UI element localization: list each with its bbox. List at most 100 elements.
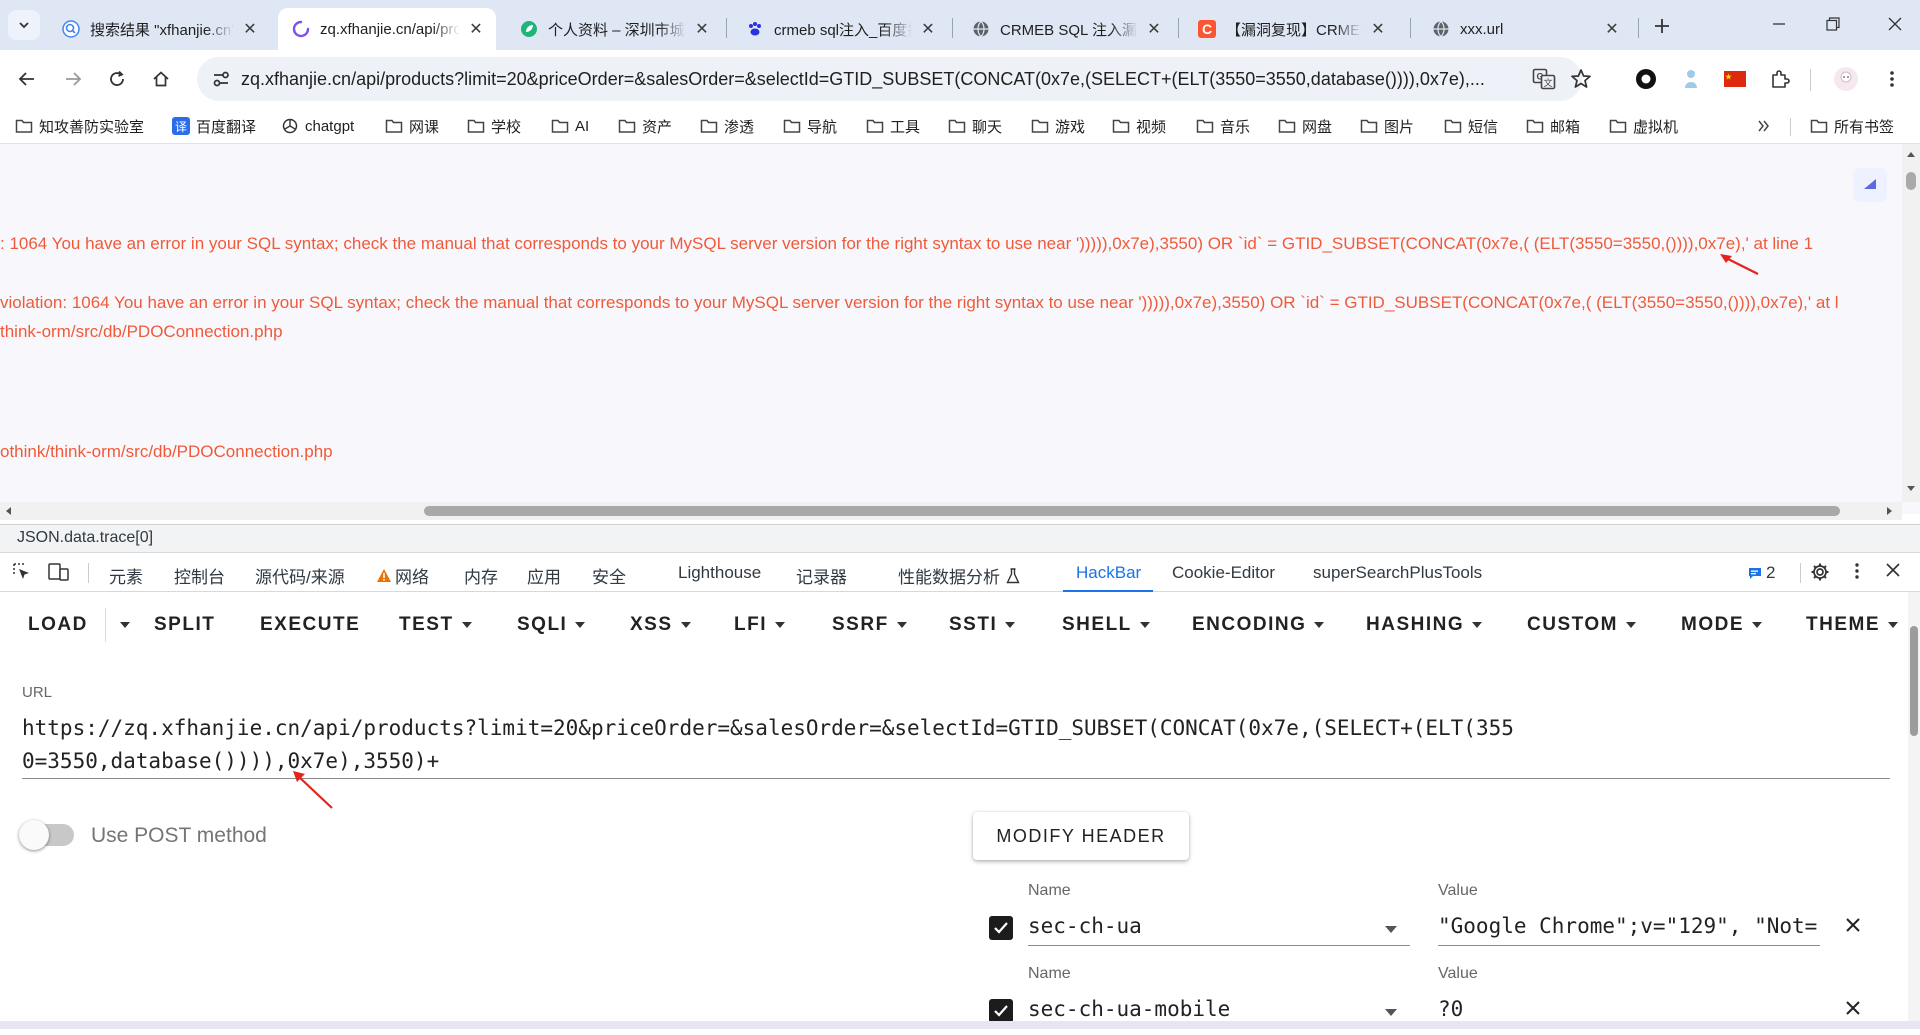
extension-flag-button[interactable] bbox=[1719, 63, 1751, 95]
bookmark-folder[interactable]: 学校 bbox=[467, 114, 521, 138]
tab-products-api[interactable]: zq.xfhanjie.cn/api/products ✕ bbox=[278, 8, 496, 50]
tab-search-results[interactable]: 搜索结果 "xfhanjie.cn" ✕ bbox=[48, 8, 270, 50]
forward-button[interactable] bbox=[57, 63, 89, 95]
issues-button[interactable]: 2 bbox=[1748, 563, 1775, 583]
scroll-left-arrow-icon[interactable] bbox=[6, 507, 11, 515]
scrollbar-thumb[interactable] bbox=[1910, 626, 1918, 736]
new-tab-button[interactable] bbox=[1648, 12, 1676, 40]
post-method-toggle[interactable] bbox=[19, 820, 74, 850]
tab-crmeb-sqli[interactable]: CRMEB SQL 注入漏洞 ✕ bbox=[958, 8, 1174, 50]
address-bar[interactable]: zq.xfhanjie.cn/api/products?limit=20&pri… bbox=[197, 57, 1591, 101]
load-dropdown-button[interactable] bbox=[112, 614, 130, 636]
tab-supersearchplustools[interactable]: superSearchPlusTools bbox=[1313, 563, 1482, 583]
tab-lighthouse[interactable]: Lighthouse bbox=[678, 563, 761, 583]
close-tab-icon[interactable]: ✕ bbox=[692, 19, 712, 39]
delete-header-button[interactable] bbox=[1840, 995, 1866, 1021]
hashing-menu[interactable]: HASHING bbox=[1366, 614, 1483, 636]
toggle-knob[interactable] bbox=[19, 820, 49, 850]
scrollbar-thumb[interactable] bbox=[424, 506, 1840, 516]
tab-vuln-reproduce[interactable]: C 【漏洞复现】CRMEB ✕ bbox=[1184, 8, 1398, 50]
ssti-menu[interactable]: SSTI bbox=[949, 614, 1016, 636]
tab-hackbar[interactable]: HackBar bbox=[1076, 563, 1141, 583]
close-tab-icon[interactable]: ✕ bbox=[1144, 19, 1164, 39]
translate-icon[interactable]: G文 bbox=[1532, 67, 1556, 91]
back-button[interactable] bbox=[11, 63, 43, 95]
all-bookmarks-folder[interactable]: 所有书签 bbox=[1810, 114, 1894, 138]
url-input[interactable]: https://zq.xfhanjie.cn/api/products?limi… bbox=[22, 712, 1522, 778]
caret-down-icon[interactable] bbox=[1385, 926, 1397, 933]
close-devtools-button[interactable] bbox=[1885, 562, 1901, 578]
bookmark-link[interactable]: chatgpt bbox=[281, 114, 354, 138]
tab-memory[interactable]: 内存 bbox=[464, 563, 498, 588]
tab-console[interactable]: 控制台 bbox=[174, 563, 225, 588]
tab-network[interactable]: 网络 bbox=[376, 563, 429, 588]
reload-button[interactable] bbox=[101, 63, 133, 95]
header-enabled-checkbox[interactable] bbox=[989, 916, 1013, 940]
extensions-button[interactable] bbox=[1764, 63, 1796, 95]
test-menu[interactable]: TEST bbox=[399, 614, 472, 636]
bookmark-folder[interactable]: 视频 bbox=[1112, 114, 1166, 138]
home-button[interactable] bbox=[145, 63, 177, 95]
theme-menu[interactable]: THEME bbox=[1806, 614, 1898, 636]
ssrf-menu[interactable]: SSRF bbox=[832, 614, 907, 636]
shell-menu[interactable]: SHELL bbox=[1062, 614, 1150, 636]
close-tab-icon[interactable]: ✕ bbox=[1602, 19, 1622, 39]
extension-circle-button[interactable] bbox=[1630, 63, 1662, 95]
bookmarks-overflow-button[interactable] bbox=[1755, 114, 1779, 138]
page-horizontal-scrollbar[interactable] bbox=[0, 502, 1902, 520]
bookmark-folder[interactable]: 聊天 bbox=[948, 114, 1002, 138]
bookmark-link[interactable]: 译百度翻译 bbox=[172, 114, 256, 138]
close-tab-icon[interactable]: ✕ bbox=[1368, 19, 1388, 39]
close-tab-icon[interactable]: ✕ bbox=[466, 19, 486, 39]
chrome-menu-button[interactable] bbox=[1876, 63, 1908, 95]
header-name-input[interactable]: sec-ch-ua bbox=[1028, 906, 1410, 946]
inspect-element-button[interactable] bbox=[12, 562, 32, 582]
bookmark-folder[interactable]: AI bbox=[551, 114, 589, 138]
delete-header-button[interactable] bbox=[1840, 912, 1866, 938]
split-button[interactable]: SPLIT bbox=[154, 614, 215, 636]
bookmark-folder[interactable]: 邮箱 bbox=[1526, 114, 1580, 138]
bookmark-folder[interactable]: 虚拟机 bbox=[1609, 114, 1678, 138]
lfi-menu[interactable]: LFI bbox=[734, 614, 785, 636]
hackbar-scrollbar[interactable] bbox=[1908, 592, 1920, 1029]
tab-security[interactable]: 安全 bbox=[592, 563, 626, 588]
bookmark-folder[interactable]: 资产 bbox=[618, 114, 672, 138]
encoding-menu[interactable]: ENCODING bbox=[1192, 614, 1325, 636]
bookmark-folder[interactable]: 导航 bbox=[783, 114, 837, 138]
tab-cookie-editor[interactable]: Cookie-Editor bbox=[1172, 563, 1275, 583]
site-info-icon[interactable] bbox=[209, 67, 233, 91]
execute-button[interactable]: EXECUTE bbox=[260, 614, 360, 636]
modify-header-button[interactable]: MODIFY HEADER bbox=[973, 812, 1189, 860]
mode-menu[interactable]: MODE bbox=[1681, 614, 1762, 636]
tab-baidu-search[interactable]: crmeb sql注入_百度搜索 ✕ bbox=[732, 8, 948, 50]
close-tab-icon[interactable]: ✕ bbox=[918, 19, 938, 39]
bookmark-folder[interactable]: 渗透 bbox=[700, 114, 754, 138]
bookmark-folder[interactable]: 网盘 bbox=[1278, 114, 1332, 138]
close-window-button[interactable] bbox=[1872, 8, 1918, 40]
collapse-panel-button[interactable] bbox=[1853, 168, 1887, 202]
bookmark-star-icon[interactable] bbox=[1569, 67, 1593, 91]
bookmark-folder[interactable]: 游戏 bbox=[1031, 114, 1085, 138]
restore-button[interactable] bbox=[1810, 8, 1856, 40]
tab-application[interactable]: 应用 bbox=[527, 563, 561, 588]
scroll-down-arrow-icon[interactable] bbox=[1907, 486, 1915, 491]
load-button[interactable]: LOAD bbox=[28, 614, 88, 636]
header-enabled-checkbox[interactable] bbox=[989, 999, 1013, 1023]
caret-down-icon[interactable] bbox=[1385, 1009, 1397, 1016]
tab-performance-insights[interactable]: 性能数据分析 bbox=[898, 563, 1020, 588]
sqli-menu[interactable]: SQLI bbox=[517, 614, 586, 636]
bookmark-folder[interactable]: 短信 bbox=[1444, 114, 1498, 138]
custom-menu[interactable]: CUSTOM bbox=[1527, 614, 1636, 636]
bookmark-folder[interactable]: 音乐 bbox=[1196, 114, 1250, 138]
xss-menu[interactable]: XSS bbox=[630, 614, 691, 636]
devtools-menu-button[interactable] bbox=[1854, 562, 1860, 580]
page-vertical-scrollbar[interactable] bbox=[1902, 144, 1920, 502]
bookmark-folder[interactable]: 工具 bbox=[866, 114, 920, 138]
tab-sources[interactable]: 源代码/来源 bbox=[255, 563, 345, 588]
tab-xxx-url[interactable]: xxx.url ✕ bbox=[1418, 8, 1632, 50]
devtools-settings-button[interactable] bbox=[1810, 562, 1830, 582]
extension-figure-button[interactable] bbox=[1675, 63, 1707, 95]
scrollbar-thumb[interactable] bbox=[1906, 172, 1916, 190]
device-toolbar-button[interactable] bbox=[48, 562, 70, 582]
tab-profile[interactable]: 个人资料 – 深圳市城市 ✕ bbox=[506, 8, 722, 50]
